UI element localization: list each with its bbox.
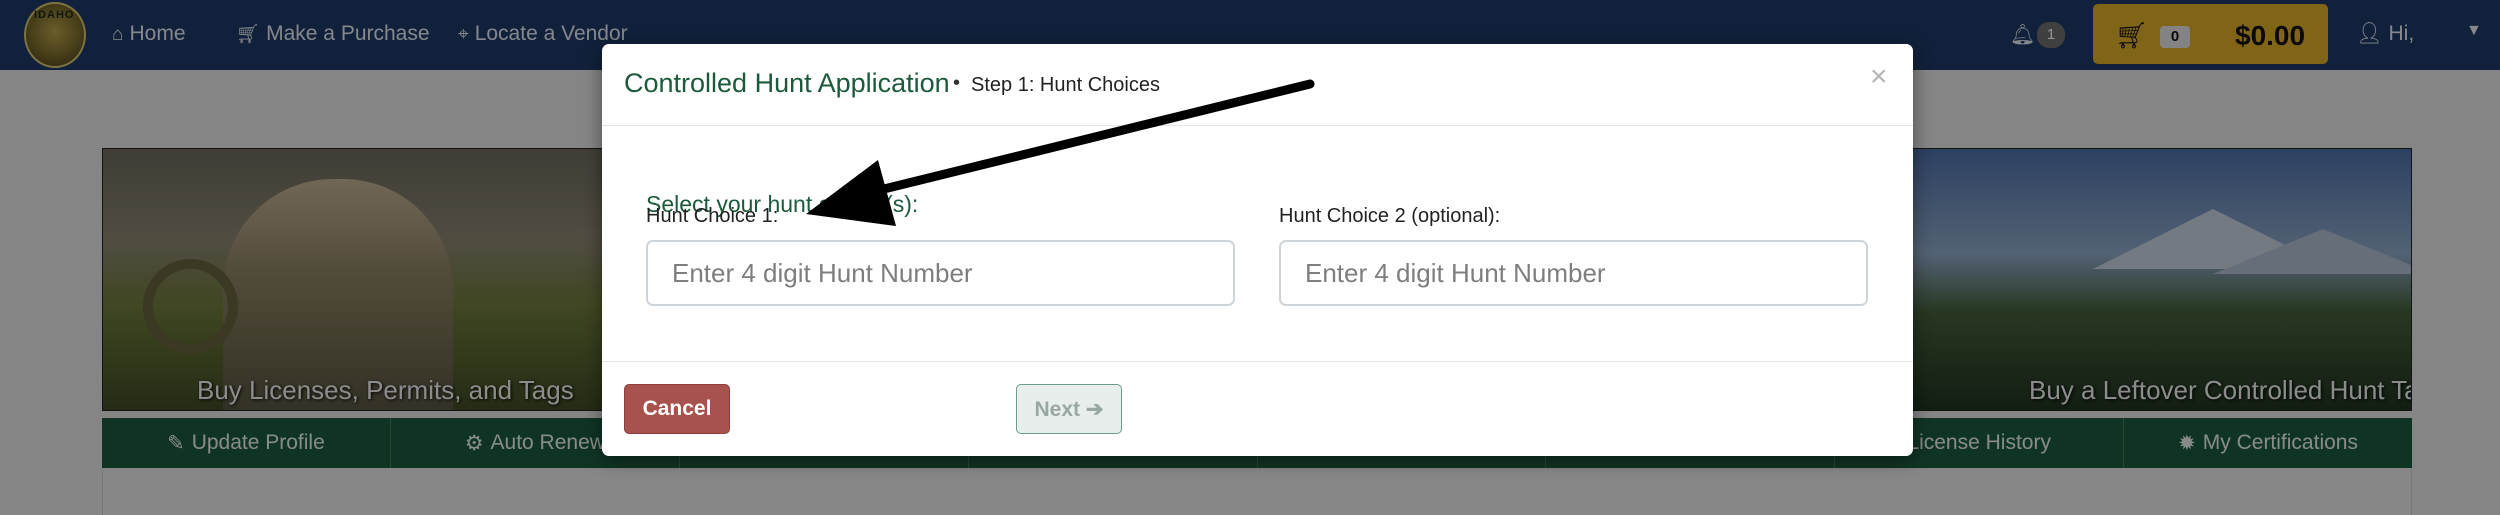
modal-footer: Cancel Next ➔: [602, 361, 1913, 457]
controlled-hunt-modal: Controlled Hunt Application • Step 1: Hu…: [602, 44, 1913, 456]
step-indicator: Step 1: Hunt Choices: [971, 74, 1160, 96]
hunt-choice-2-input[interactable]: [1279, 240, 1868, 306]
title-separator: •: [953, 72, 961, 94]
modal-header: Controlled Hunt Application • Step 1: Hu…: [602, 44, 1913, 126]
close-icon[interactable]: ×: [1870, 62, 1888, 92]
hunt-choice-1-label: Hunt Choice 1:: [646, 205, 779, 227]
cancel-button[interactable]: Cancel: [624, 384, 730, 434]
next-button[interactable]: Next ➔: [1016, 384, 1122, 434]
modal-title: Controlled Hunt Application: [624, 68, 950, 98]
hunt-choice-1-input[interactable]: [646, 240, 1235, 306]
hunt-choice-2-label: Hunt Choice 2 (optional):: [1279, 205, 1501, 227]
